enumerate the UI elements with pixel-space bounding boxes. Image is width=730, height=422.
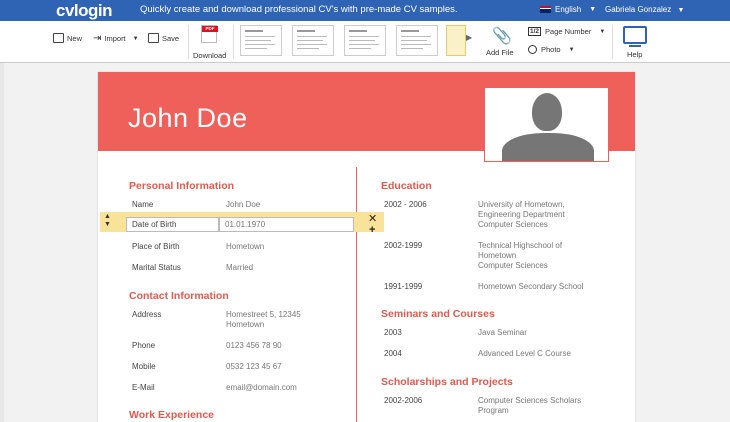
person-icon [528, 45, 537, 54]
template-gallery [236, 25, 468, 59]
contact-info-title[interactable]: Contact Information [129, 290, 229, 302]
template-thumbnail[interactable] [344, 25, 386, 56]
field-label[interactable]: E-Mail [132, 383, 155, 392]
period[interactable]: 2004 [384, 349, 402, 358]
education-entry[interactable]: Technical Highschool of Hometown Compute… [478, 241, 562, 271]
seminar-entry[interactable]: Java Seminar [478, 328, 527, 338]
profile-photo[interactable] [484, 87, 609, 162]
date-of-birth-label-input[interactable]: Date of Birth [126, 217, 219, 232]
scroll-right-arrow-icon[interactable]: ▶ [466, 33, 472, 42]
period[interactable]: 2002-2006 [384, 396, 422, 405]
entry-line: Hometown [478, 251, 517, 260]
photo-label: Photo [541, 45, 561, 54]
new-document-icon [53, 33, 64, 43]
address-value[interactable]: Homestreet 5, 12345 Hometown [226, 310, 301, 330]
cv-name[interactable]: John Doe [128, 103, 248, 134]
add-row-icon[interactable]: + [369, 224, 375, 236]
page-number-label: Page Number [545, 27, 592, 36]
uk-flag-icon [540, 6, 551, 13]
photo-button[interactable]: Photo ▼ [528, 45, 575, 54]
download-button[interactable]: Download [193, 51, 226, 60]
period[interactable]: 2002 - 2006 [384, 200, 427, 209]
new-button[interactable]: New [53, 33, 82, 43]
language-label: English [555, 5, 582, 14]
left-edge [0, 63, 4, 422]
education-title[interactable]: Education [381, 180, 432, 192]
field-value[interactable]: Married [226, 263, 253, 273]
toolbar: New ⇥ Import ▼ Save PDF Download ▶ 📎 Add… [0, 21, 730, 63]
column-divider [356, 167, 357, 422]
address-line: Hometown [226, 320, 265, 329]
work-experience-title[interactable]: Work Experience [129, 409, 214, 421]
user-menu[interactable]: Gabriela Gonzalez ▼ [605, 5, 684, 14]
entry-line: Computer Sciences [478, 220, 548, 229]
entry-line: Computer Sciences Scholars [478, 396, 582, 405]
page-number-icon: 1/2 [528, 27, 542, 36]
user-name: Gabriela Gonzalez [605, 5, 672, 14]
chevron-down-icon: ▼ [677, 7, 685, 14]
top-bar: cvlogin Quickly create and download prof… [0, 0, 730, 21]
period[interactable]: 2002-1999 [384, 241, 422, 250]
pdf-badge: PDF [202, 26, 218, 32]
help-button[interactable]: Help [627, 50, 642, 59]
address-line: Homestreet 5, 12345 [226, 310, 301, 319]
help-monitor-icon[interactable] [623, 26, 647, 47]
template-thumbnail-selected[interactable] [446, 25, 466, 56]
save-icon [148, 33, 159, 43]
template-thumbnail[interactable] [292, 25, 334, 56]
tagline: Quickly create and download professional… [140, 4, 458, 15]
import-label: Import [104, 34, 126, 43]
import-icon: ⇥ [93, 33, 102, 44]
save-button[interactable]: Save [148, 33, 179, 43]
personal-info-title[interactable]: Personal Information [129, 180, 234, 192]
chevron-down-icon: ▼ [568, 46, 575, 53]
field-label[interactable]: Address [132, 310, 161, 319]
field-label[interactable]: Name [132, 200, 153, 209]
education-entry[interactable]: Hometown Secondary School [478, 282, 583, 292]
template-thumbnail[interactable] [396, 25, 438, 56]
page-number-button[interactable]: 1/2 Page Number ▼ [528, 27, 605, 36]
period[interactable]: 2003 [384, 328, 402, 337]
avatar-body [502, 133, 594, 161]
toolbar-divider [233, 25, 234, 59]
paperclip-icon[interactable]: 📎 [492, 26, 512, 46]
toolbar-divider [188, 25, 189, 59]
toolbar-divider [612, 25, 613, 59]
field-label[interactable]: Phone [132, 341, 155, 350]
field-value[interactable]: 0123 456 78 90 [226, 341, 282, 351]
import-button[interactable]: ⇥ Import ▼ [93, 33, 139, 44]
seminar-entry[interactable]: Advanced Level C Course [478, 349, 571, 359]
app-logo[interactable]: cvlogin [56, 1, 113, 21]
entry-line: Technical Highschool of [478, 241, 563, 250]
language-selector[interactable]: English ▼ [540, 5, 596, 14]
template-thumbnail[interactable] [240, 25, 282, 56]
entry-line: Computer Sciences [478, 261, 548, 270]
period[interactable]: 1991-1999 [384, 282, 422, 291]
field-value[interactable]: 0532 123 45 67 [226, 362, 282, 372]
seminars-title[interactable]: Seminars and Courses [381, 308, 495, 320]
entry-line: Engineering Department [478, 210, 565, 219]
education-entry[interactable]: University of Hometown, Engineering Depa… [478, 200, 565, 230]
avatar-head [532, 93, 562, 131]
chevron-down-icon: ▼ [589, 6, 597, 13]
chevron-down-icon: ▼ [599, 28, 606, 35]
field-label[interactable]: Mobile [132, 362, 156, 371]
pdf-icon[interactable]: PDF [201, 25, 218, 43]
entry-line: University of Hometown, [478, 200, 565, 209]
entry-line: Program [478, 406, 509, 415]
reorder-arrows-icon[interactable]: ▲ ▼ [104, 213, 111, 229]
field-value[interactable]: Hometown [226, 242, 264, 252]
field-label[interactable]: Place of Birth [132, 242, 180, 251]
add-file-button[interactable]: Add File [486, 48, 514, 57]
field-label[interactable]: Marital Status [132, 263, 181, 272]
new-label: New [67, 33, 83, 43]
save-label: Save [162, 33, 180, 43]
chevron-down-icon: ▼ [132, 35, 139, 42]
field-value[interactable]: email@domain.com [226, 383, 297, 393]
scholarships-title[interactable]: Scholarships and Projects [381, 376, 513, 388]
field-value[interactable]: John Doe [226, 200, 260, 210]
scholarship-entry[interactable]: Computer Sciences Scholars Program [478, 396, 581, 416]
date-of-birth-value-input[interactable]: 01.01.1970 [219, 217, 354, 232]
